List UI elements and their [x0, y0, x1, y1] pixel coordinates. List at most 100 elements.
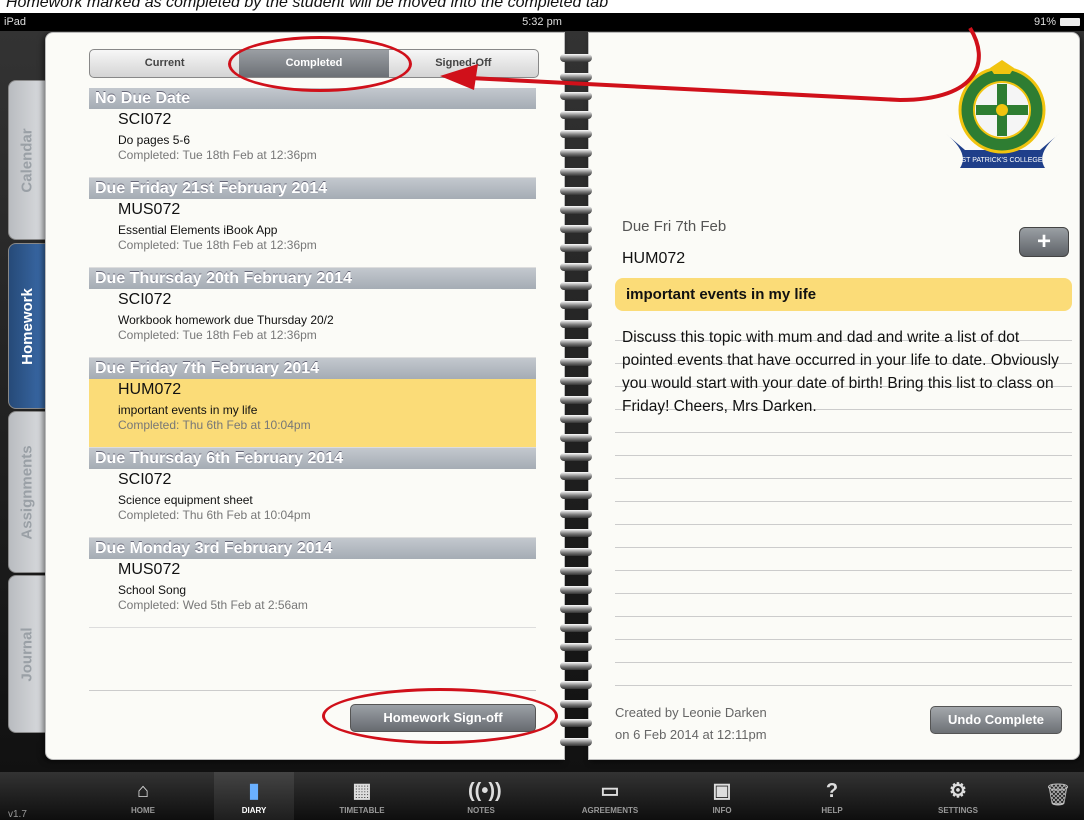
trash-icon[interactable]: 🗑	[1044, 782, 1072, 812]
spiral-ring	[560, 453, 592, 461]
annotation-circle-completed	[228, 36, 412, 92]
nav-home[interactable]: ⌂ HOME	[103, 772, 183, 820]
spiral-ring	[560, 244, 592, 252]
spiral-ring	[560, 225, 592, 233]
spiral-ring	[560, 700, 592, 708]
homework-title: important events in my life	[118, 403, 258, 417]
nav-agreements[interactable]: ▭ AGREEMENTS	[570, 772, 650, 820]
nav-notes[interactable]: ((•)) NOTES	[441, 772, 521, 820]
spiral-ring	[560, 92, 592, 100]
created-by-info: Created by Leonie Darken on 6 Feb 2014 a…	[615, 702, 767, 746]
homework-item[interactable]: SCI072 Workbook homework due Thursday 20…	[89, 289, 536, 358]
nav-diary-label: DIARY	[241, 806, 267, 815]
nav-timetable[interactable]: ▦ TIMETABLE	[322, 772, 402, 820]
spiral-ring	[560, 358, 592, 366]
nav-diary[interactable]: ▮ DIARY	[214, 772, 294, 820]
detail-title: important events in my life	[626, 286, 817, 303]
spiral-ring	[560, 396, 592, 404]
tab-calendar-label: Calendar	[18, 127, 36, 193]
detail-description: Discuss this topic with mum and dad and …	[622, 329, 1059, 415]
homework-completed-date: Completed: Thu 6th Feb at 10:04pm	[118, 508, 311, 522]
homework-item-selected[interactable]: HUM072 important events in my life Compl…	[89, 379, 536, 448]
spiral-ring	[560, 187, 592, 195]
homework-list: No Due Date SCI072 Do pages 5-6 Complete…	[89, 88, 536, 628]
created-on-line: on 6 Feb 2014 at 12:11pm	[615, 727, 767, 742]
homework-completed-date: Completed: Tue 18th Feb at 12:36pm	[118, 328, 317, 342]
tab-homework[interactable]: Homework	[8, 243, 46, 409]
tab-journal[interactable]: Journal	[8, 575, 46, 733]
undo-complete-button[interactable]: Undo Complete	[930, 706, 1062, 734]
spiral-ring	[560, 548, 592, 556]
homework-item[interactable]: SCI072 Do pages 5-6 Completed: Tue 18th …	[89, 109, 536, 178]
nav-home-label: HOME	[131, 806, 155, 815]
homework-title: Science equipment sheet	[118, 493, 253, 507]
created-by-line: Created by Leonie Darken	[615, 705, 767, 720]
school-logo-text: ST PATRICK'S COLLEGE	[961, 157, 1042, 164]
homework-subject-code: SCI072	[118, 111, 172, 128]
spiral-binding	[556, 54, 596, 754]
homework-item[interactable]: MUS072 Essential Elements iBook App Comp…	[89, 199, 536, 268]
spiral-ring	[560, 263, 592, 271]
school-crest-logo: ST PATRICK'S COLLEGE	[945, 60, 1060, 168]
battery-icon	[1060, 18, 1080, 26]
agreements-icon: ▭	[600, 780, 620, 802]
spiral-ring	[560, 130, 592, 138]
screenshot-caption: Homework marked as completed by the stud…	[0, 0, 1084, 13]
nav-settings-label: SETTINGS	[937, 806, 978, 815]
spiral-ring	[560, 54, 592, 62]
nav-agreements-label: AGREEMENTS	[581, 806, 639, 815]
notes-icon: ((•))	[468, 780, 502, 802]
version-label: v1.7	[8, 809, 27, 820]
status-bar: iPad 5:32 pm 91%	[0, 13, 1084, 31]
segment-current[interactable]: Current	[90, 50, 239, 77]
spiral-ring	[560, 168, 592, 176]
detail-title-bar: important events in my life	[615, 278, 1072, 311]
homework-completed-date: Completed: Wed 5th Feb at 2:56am	[118, 598, 308, 612]
spiral-ring	[560, 377, 592, 385]
spiral-ring	[560, 529, 592, 537]
tab-assignments-label: Assignments	[18, 444, 36, 540]
section-header: Due Thursday 20th February 2014	[89, 268, 536, 289]
homework-item[interactable]: SCI072 Science equipment sheet Completed…	[89, 469, 536, 538]
nav-help-label: HELP	[821, 806, 843, 815]
spiral-ring	[560, 73, 592, 81]
spiral-ring	[560, 624, 592, 632]
nav-timetable-label: TIMETABLE	[339, 806, 385, 815]
spiral-ring	[560, 605, 592, 613]
tab-assignments[interactable]: Assignments	[8, 411, 46, 573]
add-button[interactable]: +	[1019, 227, 1069, 257]
spiral-ring	[560, 567, 592, 575]
info-icon: ▣	[712, 780, 732, 802]
homework-completed-date: Completed: Tue 18th Feb at 12:36pm	[118, 238, 317, 252]
spiral-ring	[560, 111, 592, 119]
spiral-ring	[560, 643, 592, 651]
homework-title: School Song	[118, 583, 187, 597]
nav-info-label: INFO	[712, 806, 732, 815]
homework-subject-code: HUM072	[118, 381, 182, 398]
spiral-ring	[560, 320, 592, 328]
home-icon: ⌂	[136, 780, 150, 802]
homework-subject-code: MUS072	[118, 561, 181, 578]
section-header: Due Friday 7th February 2014	[89, 358, 536, 379]
spiral-ring	[560, 586, 592, 594]
detail-due-date: Due Fri 7th Feb	[622, 218, 727, 235]
spiral-ring	[560, 738, 592, 746]
spiral-ring	[560, 339, 592, 347]
nav-notes-label: NOTES	[467, 806, 495, 815]
timetable-icon: ▦	[352, 780, 372, 802]
spiral-ring	[560, 149, 592, 157]
homework-subject-code: MUS072	[118, 201, 181, 218]
nav-settings[interactable]: ⚙ SETTINGS	[918, 772, 998, 820]
section-header: Due Thursday 6th February 2014	[89, 448, 536, 469]
homework-title: Workbook homework due Thursday 20/2	[118, 313, 334, 327]
tab-calendar[interactable]: Calendar	[8, 80, 46, 240]
battery-percent: 91%	[1033, 16, 1056, 28]
spiral-ring	[560, 472, 592, 480]
homework-subject-code: SCI072	[118, 471, 172, 488]
help-icon: ?	[825, 780, 839, 802]
tab-homework-label: Homework	[18, 287, 36, 365]
homework-completed-date: Completed: Tue 18th Feb at 12:36pm	[118, 148, 317, 162]
homework-item[interactable]: MUS072 School Song Completed: Wed 5th Fe…	[89, 559, 536, 628]
nav-help[interactable]: ? HELP	[792, 772, 872, 820]
nav-info[interactable]: ▣ INFO	[682, 772, 762, 820]
